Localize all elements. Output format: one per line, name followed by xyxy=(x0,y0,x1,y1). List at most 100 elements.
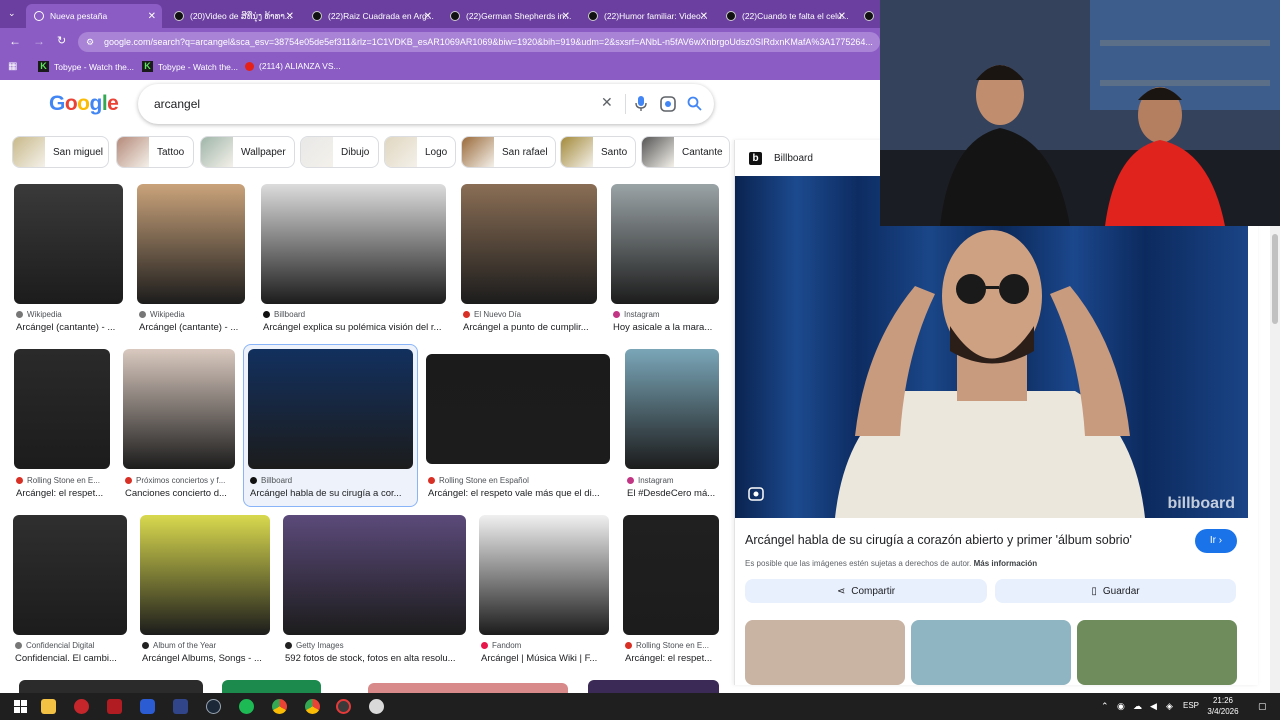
tab-close-icon[interactable]: ✕ xyxy=(286,11,294,22)
result-title[interactable]: Arcángel | Música Wiki | F... xyxy=(481,653,617,664)
tab-close-icon[interactable]: ✕ xyxy=(700,11,708,22)
voice-search-icon[interactable] xyxy=(634,96,648,112)
result-title[interactable]: Arcángel (cantante) - ... xyxy=(139,322,253,333)
chip-santo[interactable]: Santo xyxy=(560,136,636,168)
search-icon[interactable] xyxy=(687,96,702,111)
scrollbar-thumb[interactable] xyxy=(1272,234,1278,324)
app-icon[interactable] xyxy=(107,699,122,714)
chip-cantante[interactable]: Cantante xyxy=(641,136,730,168)
tab-new-tab[interactable]: Nueva pestaña ✕ xyxy=(26,4,162,28)
bookmark-2[interactable]: K Tobype - Watch the... xyxy=(142,61,238,72)
spotify-icon[interactable] xyxy=(239,699,254,714)
chrome-icon[interactable] xyxy=(305,699,320,714)
steam-icon[interactable] xyxy=(206,699,221,714)
result-thumbnail[interactable] xyxy=(461,184,597,304)
result-title[interactable]: Confidencial. El cambi... xyxy=(15,653,135,664)
bookmark-3[interactable]: (2114) ALIANZA VS... xyxy=(245,61,341,71)
back-icon[interactable]: ← xyxy=(9,34,21,48)
notifications-icon[interactable]: ▢ xyxy=(1258,701,1267,712)
result-thumbnail[interactable] xyxy=(611,184,719,304)
image-result[interactable]: Instagram El #DesdeCero má... xyxy=(625,349,719,507)
search-input[interactable]: arcangel xyxy=(154,97,200,111)
image-result[interactable]: Billboard Arcángel explica su polémica vi… xyxy=(261,184,446,341)
clock[interactable]: 21:26 3/4/2026 xyxy=(1200,695,1246,717)
result-source[interactable]: Instagram xyxy=(627,476,674,485)
result-title[interactable]: Arcángel Albums, Songs - ... xyxy=(142,653,278,664)
result-thumbnail[interactable] xyxy=(283,515,466,635)
result-source[interactable]: Rolling Stone en E... xyxy=(16,476,100,485)
result-source[interactable]: El Nuevo Día xyxy=(463,310,521,319)
image-result[interactable]: Rolling Stone en E... Arcángel: el respet… xyxy=(623,515,719,672)
preview-image[interactable]: billboard xyxy=(735,176,1248,518)
result-thumbnail[interactable] xyxy=(248,349,413,469)
result-source[interactable]: Wikipedia xyxy=(16,310,62,319)
tab-video-5[interactable]: (22)Cuando te falta el celu... ✕ xyxy=(718,4,852,28)
visit-button[interactable]: Ir › xyxy=(1195,529,1237,553)
scrollbar[interactable] xyxy=(1270,226,1280,693)
image-result[interactable]: Billboard Arcángel habla de su cirugía a … xyxy=(248,349,413,507)
more-info-link[interactable]: Más información xyxy=(974,559,1038,568)
image-result[interactable]: Wikipedia Arcángel (cantante) - ... xyxy=(14,184,123,341)
image-result[interactable] xyxy=(588,680,719,693)
address-bar[interactable]: ⚙ google.com/search?q=arcangel&sca_esv=3… xyxy=(78,32,880,52)
panel-source[interactable]: b Billboard xyxy=(749,152,813,165)
share-button[interactable]: ⋖ Compartir xyxy=(745,579,987,603)
result-title[interactable]: Canciones concierto d... xyxy=(125,488,243,499)
result-title[interactable]: Hoy asicale a la mara... xyxy=(613,322,727,333)
google-logo[interactable]: Google xyxy=(49,92,119,116)
tab-video-1[interactable]: (20)Video de ສີທີ່ນຸ່ງ ທ້າທາ... ✕ xyxy=(166,4,300,28)
tab-close-icon[interactable]: ✕ xyxy=(148,11,156,22)
chip-san-rafael[interactable]: San rafael xyxy=(461,136,556,168)
image-result[interactable] xyxy=(222,680,321,693)
result-thumbnail[interactable] xyxy=(140,515,270,635)
result-source[interactable]: Próximos conciertos y f... xyxy=(125,476,225,485)
chip-logo[interactable]: Logo xyxy=(384,136,456,168)
image-result[interactable] xyxy=(19,680,203,693)
result-thumbnail[interactable] xyxy=(14,349,110,469)
tab-search-icon[interactable]: ⌄ xyxy=(8,8,16,19)
tab-close-icon[interactable]: ✕ xyxy=(424,11,432,22)
image-result[interactable]: Rolling Stone en E... Arcángel: el respet… xyxy=(14,349,110,507)
result-title[interactable]: 592 fotos de stock, fotos en alta resolu… xyxy=(285,653,474,664)
result-source[interactable]: Wikipedia xyxy=(139,310,185,319)
image-result[interactable] xyxy=(368,683,568,693)
tab-close-icon[interactable]: ✕ xyxy=(562,11,570,22)
result-thumbnail[interactable] xyxy=(426,354,610,464)
image-result[interactable]: Album of the Year Arcángel Albums, Songs … xyxy=(140,515,270,672)
tray-app-icon[interactable]: ☁ xyxy=(1133,701,1142,712)
result-source[interactable]: Confidencial Digital xyxy=(15,641,94,650)
file-explorer-icon[interactable] xyxy=(41,699,56,714)
chip-wallpaper[interactable]: Wallpaper xyxy=(200,136,295,168)
result-title[interactable]: Arcángel: el respeto vale más que el di.… xyxy=(428,488,618,499)
network-icon[interactable]: ◈ xyxy=(1166,701,1173,712)
result-thumbnail[interactable] xyxy=(625,349,719,469)
lens-icon[interactable] xyxy=(660,96,676,112)
chip-tattoo[interactable]: Tattoo xyxy=(116,136,194,168)
result-source[interactable]: Billboard xyxy=(250,476,292,485)
related-image[interactable] xyxy=(1077,620,1237,685)
tab-video-2[interactable]: (22)Raiz Cuadrada en Arg... ✕ xyxy=(304,4,438,28)
chrome-icon[interactable] xyxy=(272,699,287,714)
result-thumbnail[interactable] xyxy=(14,184,123,304)
tray-chevron-icon[interactable]: ⌃ xyxy=(1101,701,1109,712)
result-source[interactable]: Rolling Stone en E... xyxy=(625,641,709,650)
result-thumbnail[interactable] xyxy=(479,515,609,635)
tab-video-3[interactable]: (22)German Shepherds in... ✕ xyxy=(442,4,576,28)
chip-dibujo[interactable]: Dibujo xyxy=(300,136,379,168)
language-indicator[interactable]: ESP xyxy=(1183,701,1199,710)
forward-icon[interactable]: → xyxy=(33,34,45,48)
result-source[interactable]: Rolling Stone en Español xyxy=(428,476,529,485)
reload-icon[interactable]: ↻ xyxy=(57,34,66,47)
chip-san-miguel[interactable]: San miguel xyxy=(12,136,109,168)
result-thumbnail[interactable] xyxy=(13,515,127,635)
result-thumbnail[interactable] xyxy=(261,184,446,304)
app-icon[interactable] xyxy=(74,699,89,714)
tab-close-icon[interactable]: ✕ xyxy=(838,11,846,22)
image-result[interactable]: Fandom Arcángel | Música Wiki | F... xyxy=(479,515,609,672)
image-result[interactable]: Confidencial Digital Confidencial. El cam… xyxy=(13,515,127,672)
result-title[interactable]: Arcángel a punto de cumplir... xyxy=(463,322,605,333)
image-result[interactable]: El Nuevo Día Arcángel a punto de cumplir.… xyxy=(461,184,597,341)
result-title[interactable]: Arcángel (cantante) - ... xyxy=(16,322,131,333)
app-icon[interactable] xyxy=(140,699,155,714)
result-source[interactable]: Getty Images xyxy=(285,641,344,650)
